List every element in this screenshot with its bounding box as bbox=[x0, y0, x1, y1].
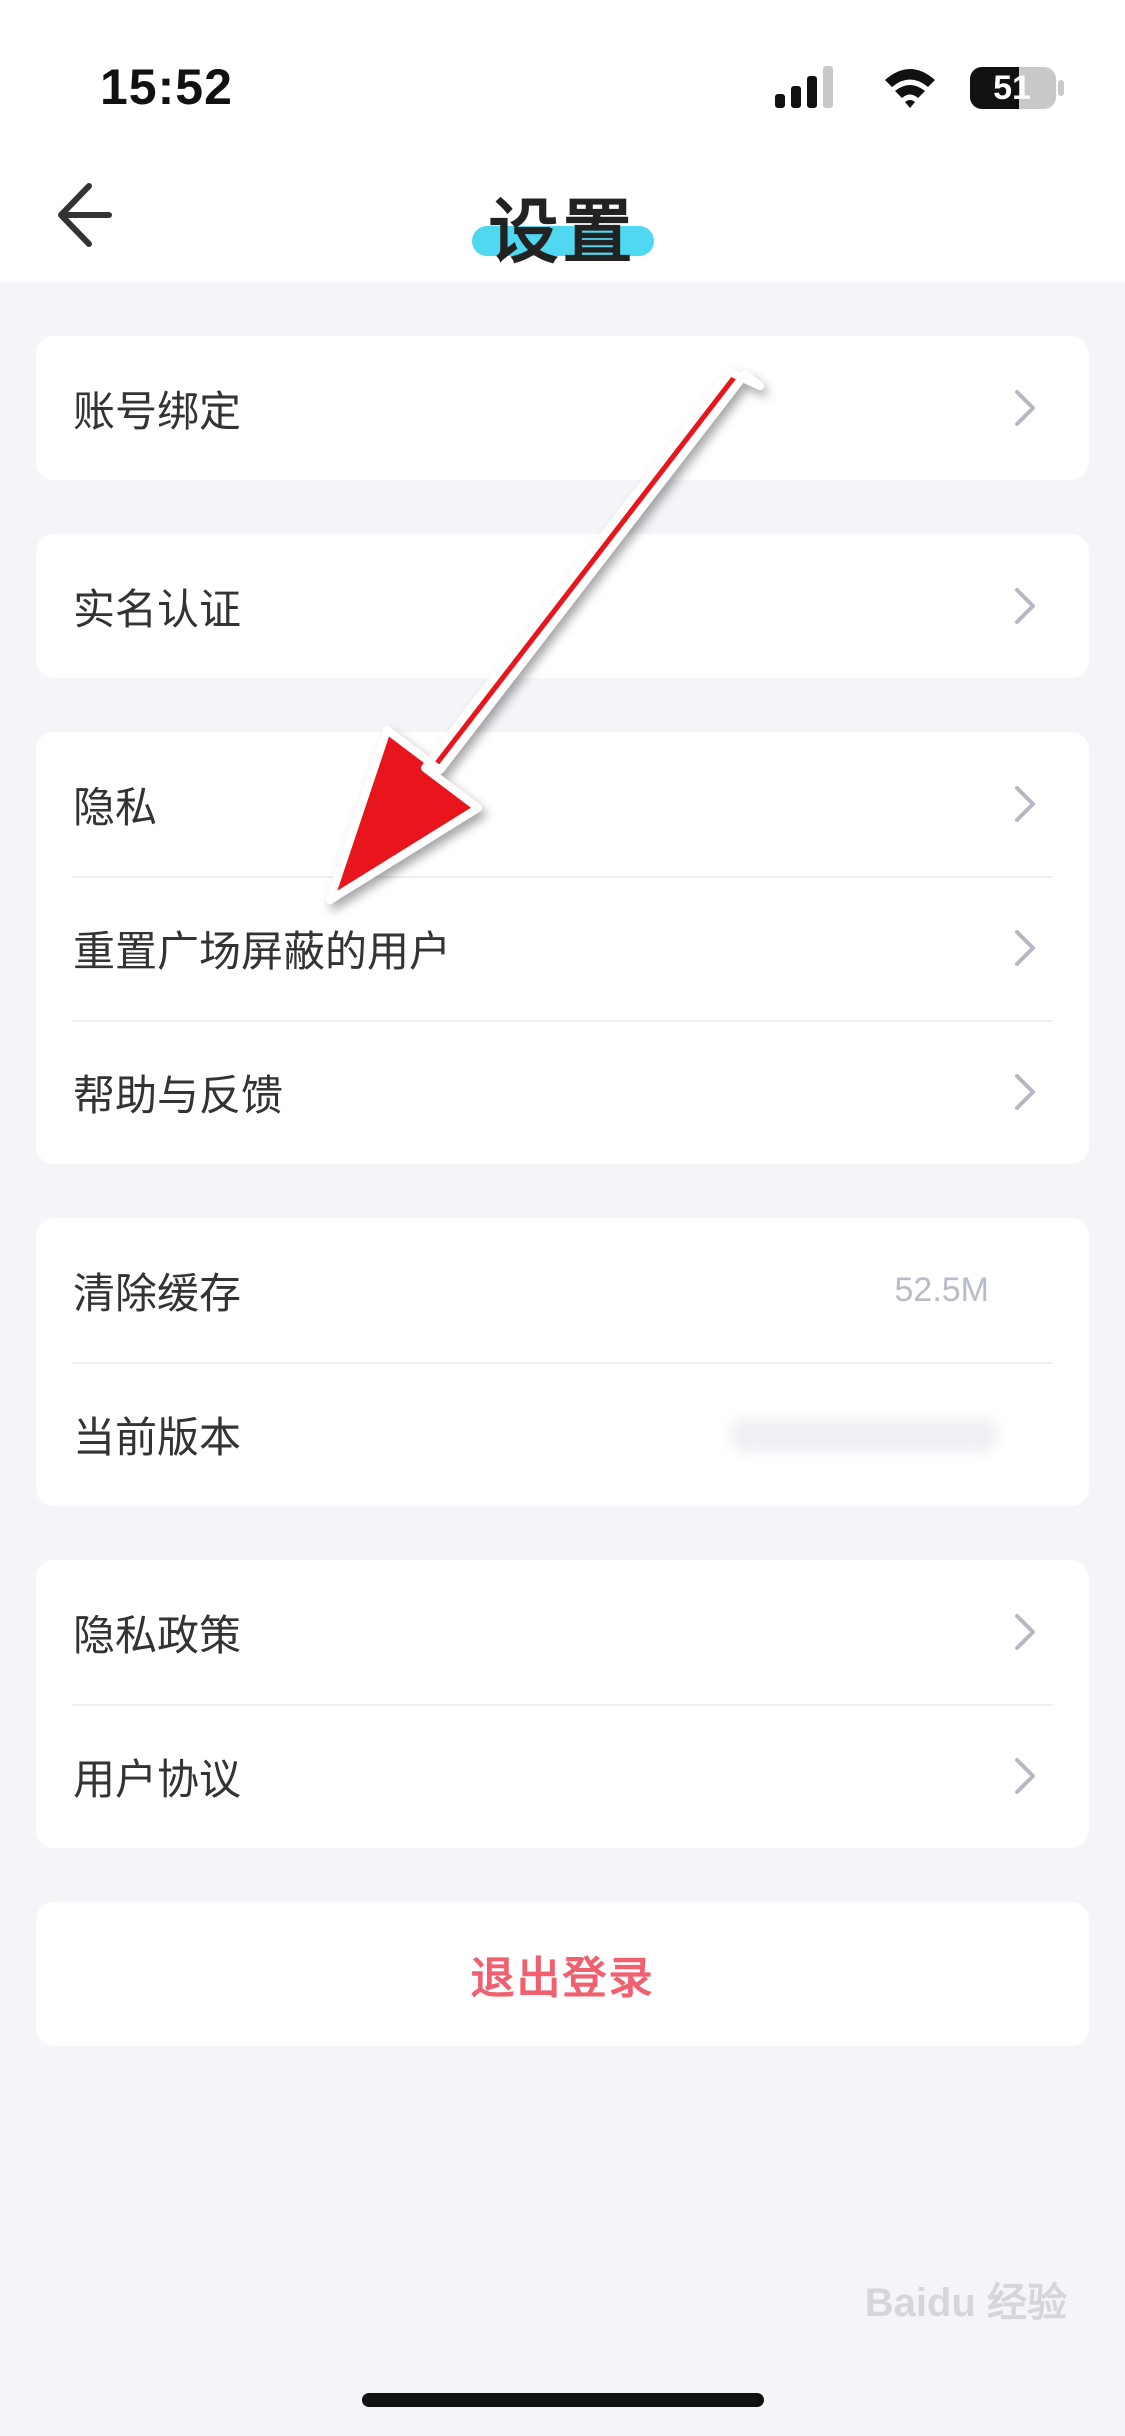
row-privacy-policy[interactable]: 隐私政策 bbox=[36, 1560, 1089, 1704]
row-label: 用户协议 bbox=[73, 1754, 242, 1804]
status-icons: 51 bbox=[765, 64, 1065, 112]
watermark: Baidu 经验 bbox=[864, 2281, 1067, 2325]
wifi-icon bbox=[885, 69, 935, 108]
chevron-right-icon bbox=[1015, 930, 1035, 966]
row-account-binding[interactable]: 账号绑定 bbox=[36, 336, 1089, 480]
settings-group-storage: 清除缓存 52.5M 当前版本 bbox=[36, 1218, 1089, 1506]
version-value-blurred bbox=[729, 1418, 999, 1452]
battery-level: 51 bbox=[993, 69, 1031, 107]
row-user-agreement[interactable]: 用户协议 bbox=[36, 1704, 1089, 1848]
settings-group-account: 账号绑定 bbox=[36, 336, 1089, 480]
settings-group-legal: 隐私政策 用户协议 bbox=[36, 1560, 1089, 1848]
signal-icon bbox=[775, 66, 833, 108]
row-label: 清除缓存 bbox=[73, 1268, 242, 1318]
row-current-version: 当前版本 bbox=[36, 1362, 1089, 1506]
row-privacy[interactable]: 隐私 bbox=[36, 732, 1089, 876]
status-time: 15:52 bbox=[100, 59, 233, 115]
row-real-name-verification[interactable]: 实名认证 bbox=[36, 534, 1089, 678]
chevron-right-icon bbox=[1015, 786, 1035, 822]
home-indicator bbox=[362, 2393, 764, 2407]
chevron-right-icon bbox=[1015, 390, 1035, 426]
status-bar: 15:52 51 bbox=[0, 0, 1125, 150]
nav-bar: 设置 bbox=[0, 150, 1125, 282]
battery-icon: 51 bbox=[969, 64, 1065, 112]
row-label: 隐私政策 bbox=[73, 1610, 242, 1660]
row-clear-cache[interactable]: 清除缓存 52.5M bbox=[36, 1218, 1089, 1362]
cache-size-value: 52.5M bbox=[894, 1270, 990, 1309]
chevron-right-icon bbox=[1015, 1074, 1035, 1110]
page-title: 设置 bbox=[488, 191, 637, 273]
chevron-right-icon bbox=[1015, 1758, 1035, 1794]
logout-label: 退出登录 bbox=[470, 1953, 655, 2004]
settings-group-verify: 实名认证 bbox=[36, 534, 1089, 678]
row-label: 账号绑定 bbox=[73, 386, 242, 436]
row-label: 隐私 bbox=[73, 782, 158, 832]
logout-card: 退出登录 bbox=[36, 1902, 1089, 2046]
row-help-feedback[interactable]: 帮助与反馈 bbox=[36, 1020, 1089, 1164]
row-label: 当前版本 bbox=[73, 1412, 242, 1462]
chevron-right-icon bbox=[1015, 588, 1035, 624]
row-label: 实名认证 bbox=[73, 584, 242, 634]
settings-group-privacy: 隐私 重置广场屏蔽的用户 帮助与反馈 bbox=[36, 732, 1089, 1164]
chevron-right-icon bbox=[1015, 1614, 1035, 1650]
row-reset-blocked-users[interactable]: 重置广场屏蔽的用户 bbox=[36, 876, 1089, 1020]
row-label: 重置广场屏蔽的用户 bbox=[73, 926, 452, 976]
logout-button[interactable]: 退出登录 bbox=[36, 1902, 1089, 2046]
row-label: 帮助与反馈 bbox=[73, 1070, 284, 1120]
